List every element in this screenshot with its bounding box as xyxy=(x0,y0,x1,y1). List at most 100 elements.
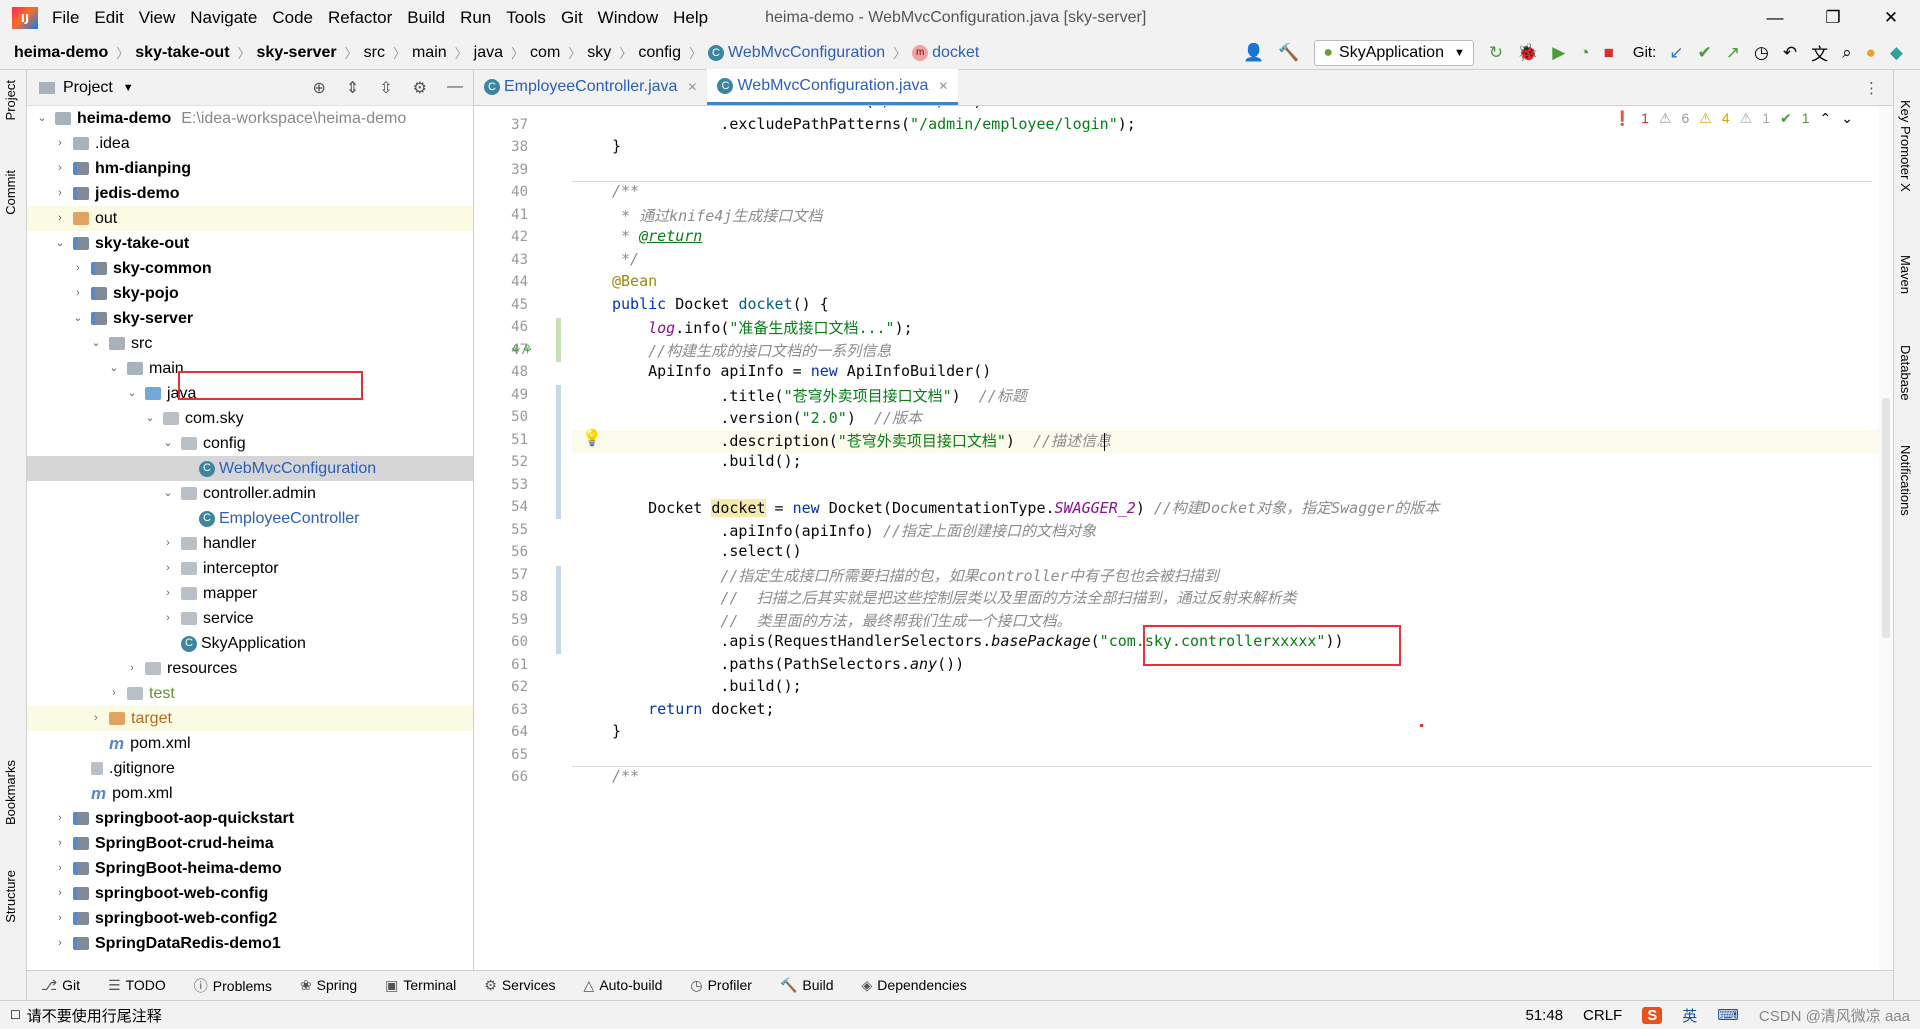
tree-item[interactable]: .gitignore xyxy=(27,756,473,781)
tree-item[interactable]: m pom.xml xyxy=(27,731,473,756)
chevron-right-icon[interactable]: › xyxy=(125,656,139,681)
structure-tool-tab[interactable]: Structure xyxy=(3,870,18,923)
line-number[interactable]: 57 xyxy=(474,567,528,583)
chevron-right-icon[interactable]: › xyxy=(53,831,67,856)
line-number[interactable]: 59 xyxy=(474,612,528,628)
line-number[interactable]: 60 xyxy=(474,634,528,650)
tree-item[interactable]: C EmployeeController xyxy=(27,506,473,531)
line-number[interactable]: 55 xyxy=(474,522,528,538)
menu-code[interactable]: Code xyxy=(272,8,313,28)
breadcrumb-class[interactable]: WebMvcConfiguration xyxy=(728,44,885,62)
search-icon[interactable]: ⌕ xyxy=(1842,43,1852,63)
breadcrumb-item[interactable]: sky-server xyxy=(257,44,337,62)
code-line[interactable]: //构建生成的接口文档的一系列信息 xyxy=(612,340,891,361)
menu-window[interactable]: Window xyxy=(598,8,658,28)
menu-tools[interactable]: Tools xyxy=(506,8,546,28)
code-line[interactable]: //指定生成接口所需要扫描的包，如果controller中有子包也会被扫描到 xyxy=(612,565,1218,586)
breadcrumb-item[interactable]: com xyxy=(530,44,560,62)
chevron-down-icon[interactable]: ⌄ xyxy=(161,481,175,506)
chevron-down-icon[interactable]: ▼ xyxy=(123,82,134,94)
tree-item[interactable]: ⌄ controller.admin xyxy=(27,481,473,506)
code-line[interactable]: .version("2.0") //版本 xyxy=(612,407,922,428)
tool-window-git[interactable]: ⎇ Git xyxy=(41,977,80,994)
tool-window-problems[interactable]: ⓘ Problems xyxy=(194,976,272,996)
breadcrumb-item[interactable]: java xyxy=(474,44,503,62)
more-tabs-icon[interactable]: ⋮ xyxy=(1864,79,1893,97)
chevron-down-icon[interactable]: ⌄ xyxy=(161,431,175,456)
breadcrumb-method[interactable]: docket xyxy=(932,44,979,62)
git-push-icon[interactable]: ↗ xyxy=(1726,43,1740,63)
vcs-modified-marker[interactable] xyxy=(556,475,561,519)
chevron-right-icon[interactable]: › xyxy=(53,206,67,231)
tree-item[interactable]: › jedis-demo xyxy=(27,181,473,206)
line-number[interactable]: 53 xyxy=(474,477,528,493)
close-icon[interactable]: ✕ xyxy=(938,79,948,93)
menu-file[interactable]: File xyxy=(52,8,79,28)
line-number[interactable]: 52 xyxy=(474,454,528,470)
line-number[interactable]: 48 xyxy=(474,364,528,380)
rerun-icon[interactable]: ↻ xyxy=(1489,43,1503,63)
line-number[interactable]: 51 xyxy=(474,432,528,448)
vcs-modified-marker[interactable] xyxy=(556,566,561,654)
gear-icon[interactable]: ⚙ xyxy=(413,78,427,98)
debug-icon[interactable]: 🐞 xyxy=(1517,43,1538,63)
chevron-right-icon[interactable]: › xyxy=(107,681,121,706)
chevron-right-icon[interactable]: › xyxy=(53,906,67,931)
tree-item[interactable]: › interceptor xyxy=(27,556,473,581)
chevron-right-icon[interactable]: › xyxy=(53,806,67,831)
tree-item[interactable]: › springboot-aop-quickstart xyxy=(27,806,473,831)
chevron-down-icon[interactable]: ⌄ xyxy=(107,356,121,381)
code-line[interactable]: ApiInfo apiInfo = new ApiInfoBuilder() xyxy=(612,362,991,380)
chevron-right-icon[interactable]: › xyxy=(161,531,175,556)
breadcrumb-item[interactable]: config xyxy=(638,44,681,62)
tree-item[interactable]: C WebMvcConfiguration xyxy=(27,456,473,481)
rollback-icon[interactable]: ↶ xyxy=(1783,43,1797,63)
chevron-down-icon[interactable]: ⌄ xyxy=(89,331,103,356)
tree-item[interactable]: › .idea xyxy=(27,131,473,156)
line-number[interactable]: 44 xyxy=(474,274,528,290)
code-line[interactable]: /** xyxy=(612,182,639,200)
tree-item[interactable]: › sky-pojo xyxy=(27,281,473,306)
lightbulb-icon[interactable]: 💡 xyxy=(582,428,602,448)
line-number[interactable]: 64 xyxy=(474,724,528,740)
tree-item[interactable]: ⌄ config xyxy=(27,431,473,456)
tree-item[interactable]: m pom.xml xyxy=(27,781,473,806)
user-icon[interactable]: 👤 xyxy=(1243,43,1264,63)
maven-tool-tab[interactable]: Maven xyxy=(1898,255,1913,294)
chevron-right-icon[interactable]: › xyxy=(161,556,175,581)
tree-item[interactable]: › resources xyxy=(27,656,473,681)
tool-window-profiler[interactable]: ◷ Profiler xyxy=(690,977,752,994)
tab-employee-controller[interactable]: C EmployeeController.java ✕ xyxy=(474,69,707,105)
tree-item[interactable]: › handler xyxy=(27,531,473,556)
code-line[interactable]: // 类里面的方法，最终帮我们生成一个接口文档。 xyxy=(612,610,1071,631)
tree-item[interactable]: ⌄ src xyxy=(27,331,473,356)
tree-item[interactable]: › out xyxy=(27,206,473,231)
line-number[interactable]: 61 xyxy=(474,657,528,673)
expand-all-icon[interactable]: ⇕ xyxy=(346,78,359,98)
code-line[interactable]: .apiInfo(apiInfo) //指定上面创建接口的文档对象 xyxy=(612,520,1096,541)
update-icon[interactable]: ● xyxy=(1866,43,1876,63)
tree-item[interactable]: ⌄ heima-demo E:\idea-workspace\heima-demo xyxy=(27,106,473,131)
tree-item[interactable]: › springboot-web-config xyxy=(27,881,473,906)
line-number[interactable]: 38 xyxy=(474,139,528,155)
breadcrumb-item[interactable]: src xyxy=(364,44,385,62)
code-line[interactable]: .description("苍穹外卖项目接口文档") //描述信息 xyxy=(612,430,1111,451)
chevron-right-icon[interactable]: › xyxy=(53,156,67,181)
locate-icon[interactable]: ⊕ xyxy=(312,78,325,98)
chevron-right-icon[interactable]: › xyxy=(53,131,67,156)
breadcrumb-item[interactable]: sky-take-out xyxy=(135,44,229,62)
hide-icon[interactable]: — xyxy=(447,78,463,98)
ime-tools-icon[interactable]: ⌨ xyxy=(1717,1006,1739,1024)
line-number[interactable]: 63 xyxy=(474,702,528,718)
tool-window-build[interactable]: 🔨 Build xyxy=(780,977,834,994)
line-number[interactable]: 58 xyxy=(474,589,528,605)
menu-build[interactable]: Build xyxy=(407,8,445,28)
maximize-button[interactable]: ❐ xyxy=(1804,8,1862,28)
bookmarks-tool-tab[interactable]: Bookmarks xyxy=(3,760,18,825)
tool-window-spring[interactable]: ❀ Spring xyxy=(300,977,357,994)
tool-window-dependencies[interactable]: ◈ Dependencies xyxy=(862,977,967,994)
inspection-widget[interactable]: ❗ 1 ⚠ 6 ⚠ 4 ⚠ 1 ✔ 1 ⌃ ⌄ xyxy=(1604,110,1853,127)
tree-item[interactable]: ⌄ com.sky xyxy=(27,406,473,431)
tree-item[interactable]: ⌄ sky-server xyxy=(27,306,473,331)
menu-help[interactable]: Help xyxy=(673,8,708,28)
